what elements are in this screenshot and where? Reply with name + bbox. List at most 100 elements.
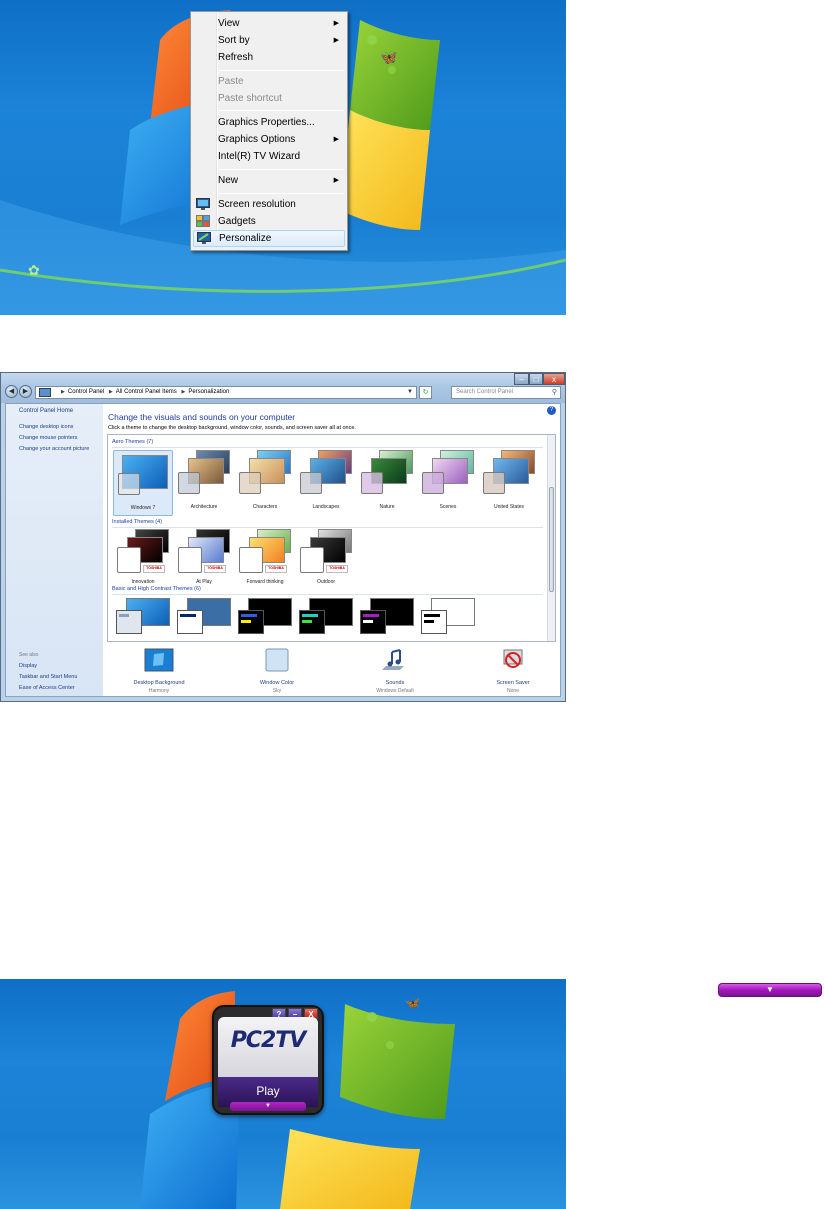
theme-windows-7[interactable]: Windows 7 — [113, 450, 173, 516]
screen-saver-icon — [503, 649, 523, 668]
theme-characters[interactable]: Characters — [235, 450, 295, 516]
link-change-account-picture[interactable]: Change your account picture — [19, 446, 89, 452]
menu-item-graphics-properties[interactable]: Graphics Properties... — [193, 114, 345, 131]
desktop-background-value: Harmony — [148, 688, 170, 694]
swatch-bar — [302, 614, 318, 617]
search-input[interactable]: Search Control Panel ⚲ — [451, 386, 561, 399]
svg-text:🦋: 🦋 — [405, 996, 420, 1010]
address-dropdown-icon[interactable]: ▼ — [407, 387, 413, 398]
theme-landscapes[interactable]: Landscapes — [296, 450, 356, 516]
link-change-mouse-pointers[interactable]: Change mouse pointers — [19, 435, 77, 441]
swatch-bar — [180, 614, 196, 617]
menu-item-screen-resolution[interactable]: Screen resolution — [193, 196, 345, 213]
menu-item-gadgets[interactable]: Gadgets — [193, 213, 345, 230]
link-control-panel-home[interactable]: Control Panel Home — [19, 408, 73, 414]
link-taskbar-start-menu[interactable]: Taskbar and Start Menu — [19, 674, 77, 680]
gadgets-icon — [196, 215, 210, 227]
control-panel-icon — [39, 388, 51, 397]
themes-scrollbar[interactable] — [547, 435, 555, 641]
link-change-desktop-icons[interactable]: Change desktop icons — [19, 424, 73, 430]
theme-color-swatch — [178, 472, 200, 494]
sounds-value: Windows Default — [376, 688, 414, 694]
group-divider — [112, 527, 543, 528]
theme-architecture[interactable]: Architecture — [174, 450, 234, 516]
themes-list: Aero Themes (7) Windows 7 Architecture C… — [107, 434, 556, 642]
breadcrumb-separator-icon: ▶ — [61, 389, 65, 395]
breadcrumb-control-panel[interactable]: Control Panel — [68, 389, 104, 395]
close-button[interactable]: x — [543, 373, 565, 385]
refresh-button[interactable]: ↻ — [419, 386, 432, 399]
screen-saver-value: None — [507, 688, 519, 694]
chevron-down-icon: ▼ — [265, 1103, 271, 1109]
chevron-down-icon: ▼ — [766, 985, 774, 994]
theme-forward-thinking[interactable]: TOSHIBA Forward thinking — [235, 529, 295, 595]
main-pane: ? Change the visuals and sounds on your … — [103, 404, 560, 696]
forward-button[interactable]: ▶ — [19, 385, 32, 398]
theme-color-swatch — [117, 547, 141, 573]
personalize-icon — [197, 232, 211, 244]
maximize-button[interactable]: □ — [529, 373, 543, 385]
theme-label: Nature — [379, 504, 395, 510]
menu-item-new[interactable]: New ▶ — [193, 172, 345, 189]
theme-nature[interactable]: Nature — [357, 450, 417, 516]
back-button[interactable]: ◀ — [5, 385, 18, 398]
submenu-arrow-icon: ▶ — [333, 37, 339, 44]
search-icon: ⚲ — [551, 389, 557, 396]
submenu-arrow-icon: ▶ — [333, 136, 339, 143]
window-color-value: Sky — [272, 688, 282, 694]
window-titlebar: – □ x ◀ ▶ ▶ Control Panel ▶ All Control Pa… — [1, 373, 565, 403]
group-divider — [112, 447, 543, 448]
theme-label: Outdoor — [316, 579, 336, 585]
menu-separator — [219, 169, 344, 170]
expand-bar-button[interactable]: ▼ — [718, 983, 822, 997]
link-ease-of-access[interactable]: Ease of Access Center — [19, 685, 75, 691]
theme-color-swatch — [300, 472, 322, 494]
expand-button[interactable]: ▼ — [230, 1102, 306, 1111]
theme-united-states[interactable]: United States — [479, 450, 539, 516]
desktop-background-button[interactable]: Desktop Background Harmony — [119, 648, 199, 694]
link-display[interactable]: Display — [19, 663, 37, 669]
menu-item-paste-shortcut[interactable]: Paste shortcut — [193, 90, 345, 107]
breadcrumb-all-items[interactable]: All Control Panel Items — [116, 389, 177, 395]
menu-item-view[interactable]: View ▶ — [193, 15, 345, 32]
swatch-bar — [241, 614, 257, 617]
desktop-background-icon — [144, 648, 174, 672]
swatch-bar — [241, 620, 251, 623]
left-pane: Control Panel Home Change desktop icons … — [6, 404, 103, 696]
menu-item-graphics-options[interactable]: Graphics Options ▶ — [193, 131, 345, 148]
pc2tv-widget: ? – X PC2TV Play ▼ — [212, 1005, 324, 1115]
window-color-button[interactable]: Window Color Sky — [237, 648, 317, 694]
address-bar[interactable]: ▶ Control Panel ▶ All Control Panel Items … — [35, 386, 417, 399]
theme-label: At Play — [196, 579, 212, 585]
theme-label: Forward thinking — [246, 579, 284, 585]
refresh-icon: ↻ — [422, 389, 429, 396]
help-icon[interactable]: ? — [547, 406, 556, 415]
theme-color-swatch — [300, 547, 324, 573]
breadcrumb-personalization[interactable]: Personalization — [188, 389, 229, 395]
sounds-label: Sounds — [385, 680, 405, 686]
menu-item-personalize[interactable]: Personalize — [193, 230, 345, 247]
theme-label: Innovation — [131, 579, 155, 585]
menu-item-sort-by[interactable]: Sort by ▶ — [193, 32, 345, 49]
theme-label: Characters — [252, 504, 278, 510]
page-subtitle: Click a theme to change the desktop back… — [108, 425, 356, 431]
menu-item-paste[interactable]: Paste — [193, 73, 345, 90]
monitor-icon — [196, 198, 210, 210]
theme-outdoor[interactable]: TOSHIBA Outdoor — [296, 529, 356, 595]
theme-color-swatch — [239, 547, 263, 573]
sounds-icon — [382, 649, 404, 670]
menu-item-intel-tv-wizard[interactable]: Intel(R) TV Wizard — [193, 148, 345, 165]
theme-settings-bar: Desktop Background Harmony Window Color … — [107, 644, 556, 696]
page-title: Change the visuals and sounds on your co… — [108, 412, 296, 422]
menu-item-refresh[interactable]: Refresh — [193, 49, 345, 66]
window-color-label: Window Color — [259, 680, 295, 686]
screen-saver-button[interactable]: Screen Saver None — [473, 648, 553, 694]
theme-scenes[interactable]: Scenes — [418, 450, 478, 516]
window-content: Control Panel Home Change desktop icons … — [5, 403, 561, 697]
minimize-button[interactable]: – — [514, 373, 529, 385]
svg-text:🦋: 🦋 — [380, 50, 398, 66]
see-also-label: See also — [19, 652, 39, 658]
toshiba-badge: TOSHIBA — [143, 565, 165, 573]
scrollbar-thumb[interactable] — [549, 487, 554, 592]
sounds-button[interactable]: Sounds Windows Default — [355, 648, 435, 694]
